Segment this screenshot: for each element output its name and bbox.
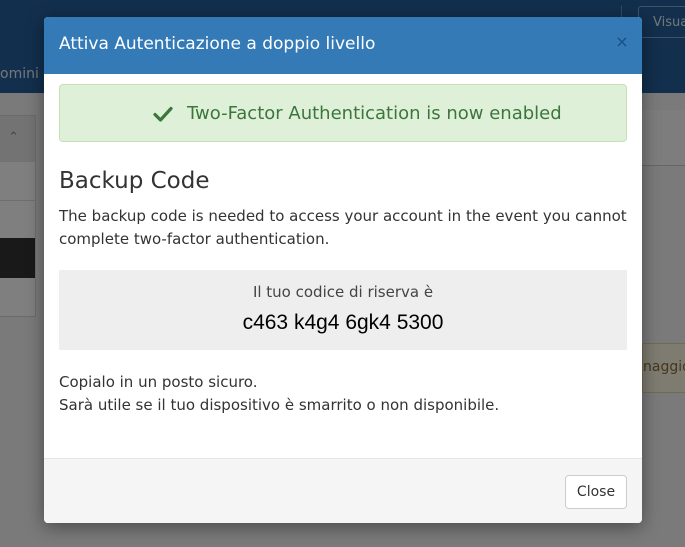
safety-note: Copialo in un posto sicuro. Sarà utile s… [59, 371, 629, 417]
two-factor-modal: Attiva Autenticazione a doppio livello ×… [44, 17, 642, 523]
close-button[interactable]: Close [565, 475, 627, 509]
backup-code-value: c463 k4g4 6gk4 5300 [242, 311, 444, 334]
success-alert: Two-Factor Authentication is now enabled [59, 84, 627, 142]
backup-heading: Backup Code [59, 168, 210, 194]
check-icon [153, 106, 173, 122]
backup-code-label: Il tuo codice di riserva è [252, 283, 434, 301]
safety-note-line1: Copialo in un posto sicuro. [59, 373, 258, 391]
backup-code-box: Il tuo codice di riserva è c463 k4g4 6gk… [59, 270, 627, 350]
modal-title: Attiva Autenticazione a doppio livello [59, 34, 376, 54]
modal-footer: Close [44, 458, 642, 523]
backup-description: The backup code is needed to access your… [59, 207, 627, 248]
close-icon[interactable]: × [613, 33, 631, 51]
safety-note-line2: Sarà utile se il tuo dispositivo è smarr… [59, 396, 500, 414]
success-message: Two-Factor Authentication is now enabled [187, 103, 562, 124]
modal-header: Attiva Autenticazione a doppio livello × [44, 17, 642, 74]
